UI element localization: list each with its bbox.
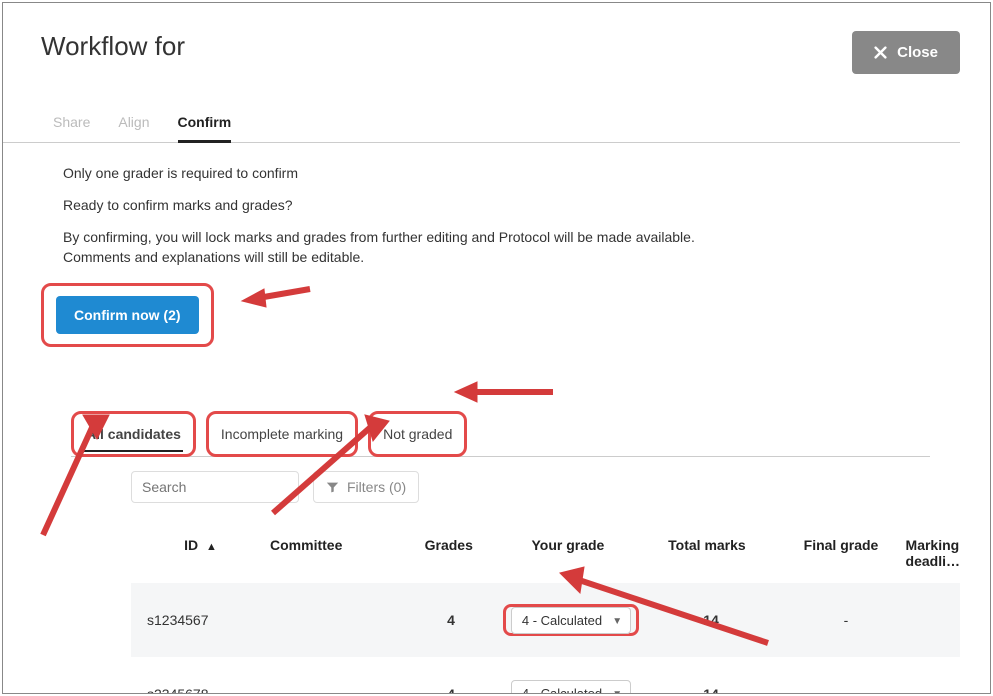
col-id[interactable]: ID ▲ bbox=[131, 537, 270, 569]
confirm-now-button[interactable]: Confirm now (2) bbox=[56, 296, 199, 334]
cell-your-grade: 4 - Calculated ▼ bbox=[501, 604, 641, 637]
cell-final-grade: - bbox=[781, 686, 911, 694]
close-icon bbox=[874, 46, 887, 59]
header-row: Workflow for Close bbox=[3, 3, 990, 74]
filter-tab-all[interactable]: All candidates bbox=[84, 420, 183, 452]
cell-id: s2345678 bbox=[131, 686, 271, 694]
tab-align[interactable]: Align bbox=[118, 114, 149, 142]
filters-button[interactable]: Filters (0) bbox=[313, 471, 419, 503]
confirm-button-annotation: Confirm now (2) bbox=[41, 283, 214, 347]
close-button-label: Close bbox=[897, 44, 938, 61]
col-id-label: ID bbox=[184, 537, 198, 553]
filter-icon bbox=[326, 481, 339, 494]
confirm-msg-1: Only one grader is required to confirm bbox=[63, 165, 960, 181]
candidates-table: ID ▲ Committee Grades Your grade Total m… bbox=[131, 537, 960, 694]
search-filter-row: Filters (0) bbox=[131, 471, 960, 503]
filter-tab-incomplete-annotation: Incomplete marking bbox=[206, 411, 358, 457]
grade-select-annotation: 4 - Calculated ▼ bbox=[503, 604, 639, 637]
table-row: s2345678 4 4 - Calculated ▼ 14 - bbox=[131, 657, 960, 694]
page-title: Workflow for bbox=[41, 31, 185, 62]
cell-total-marks: 14 bbox=[641, 612, 781, 628]
chevron-down-icon: ▼ bbox=[612, 616, 622, 628]
col-final-grade[interactable]: Final grade bbox=[776, 537, 905, 569]
workflow-tabs: Share Align Confirm bbox=[3, 74, 960, 143]
cell-your-grade: 4 - Calculated ▼ bbox=[501, 680, 641, 694]
filters-label: Filters (0) bbox=[347, 479, 406, 495]
tab-confirm[interactable]: Confirm bbox=[178, 114, 232, 143]
col-marking-deadline[interactable]: Marking deadli… bbox=[906, 537, 960, 569]
col-your-grade[interactable]: Your grade bbox=[498, 537, 637, 569]
candidate-filter-tabs: All candidates Incomplete marking Not gr… bbox=[71, 411, 930, 457]
app-frame: Workflow for Close Share Align Confirm O… bbox=[2, 2, 991, 694]
search-input[interactable] bbox=[142, 479, 323, 495]
table-header: ID ▲ Committee Grades Your grade Total m… bbox=[131, 537, 960, 583]
col-committee[interactable]: Committee bbox=[270, 537, 399, 569]
your-grade-select[interactable]: 4 - Calculated ▼ bbox=[511, 680, 631, 694]
cell-total-marks: 14 bbox=[641, 686, 781, 694]
cell-grades: 4 bbox=[401, 612, 501, 628]
cell-final-grade: - bbox=[781, 612, 911, 628]
search-input-wrap[interactable] bbox=[131, 471, 299, 503]
confirm-msg-3: By confirming, you will lock marks and g… bbox=[63, 229, 960, 245]
confirm-msg-4: Comments and explanations will still be … bbox=[63, 249, 960, 265]
cell-id: s1234567 bbox=[131, 612, 271, 628]
close-button[interactable]: Close bbox=[852, 31, 960, 74]
filter-tab-incomplete[interactable]: Incomplete marking bbox=[219, 420, 345, 450]
table-row: s1234567 4 4 - Calculated ▼ 14 - bbox=[131, 583, 960, 657]
filter-tab-all-annotation: All candidates bbox=[71, 411, 196, 457]
col-total-marks[interactable]: Total marks bbox=[637, 537, 776, 569]
confirm-body: Only one grader is required to confirm R… bbox=[3, 143, 990, 694]
tab-share[interactable]: Share bbox=[53, 114, 90, 142]
sort-asc-icon: ▲ bbox=[206, 541, 217, 553]
your-grade-value: 4 - Calculated bbox=[522, 686, 602, 694]
your-grade-value: 4 - Calculated bbox=[522, 613, 602, 628]
filter-tab-notgraded-annotation: Not graded bbox=[368, 411, 467, 457]
col-grades[interactable]: Grades bbox=[399, 537, 498, 569]
chevron-down-icon: ▼ bbox=[612, 689, 622, 694]
cell-grades: 4 bbox=[401, 686, 501, 694]
page-title-prefix: Workflow for bbox=[41, 31, 185, 61]
confirm-msg-2: Ready to confirm marks and grades? bbox=[63, 197, 960, 213]
your-grade-select[interactable]: 4 - Calculated ▼ bbox=[511, 607, 631, 634]
filter-tab-notgraded[interactable]: Not graded bbox=[381, 420, 454, 450]
